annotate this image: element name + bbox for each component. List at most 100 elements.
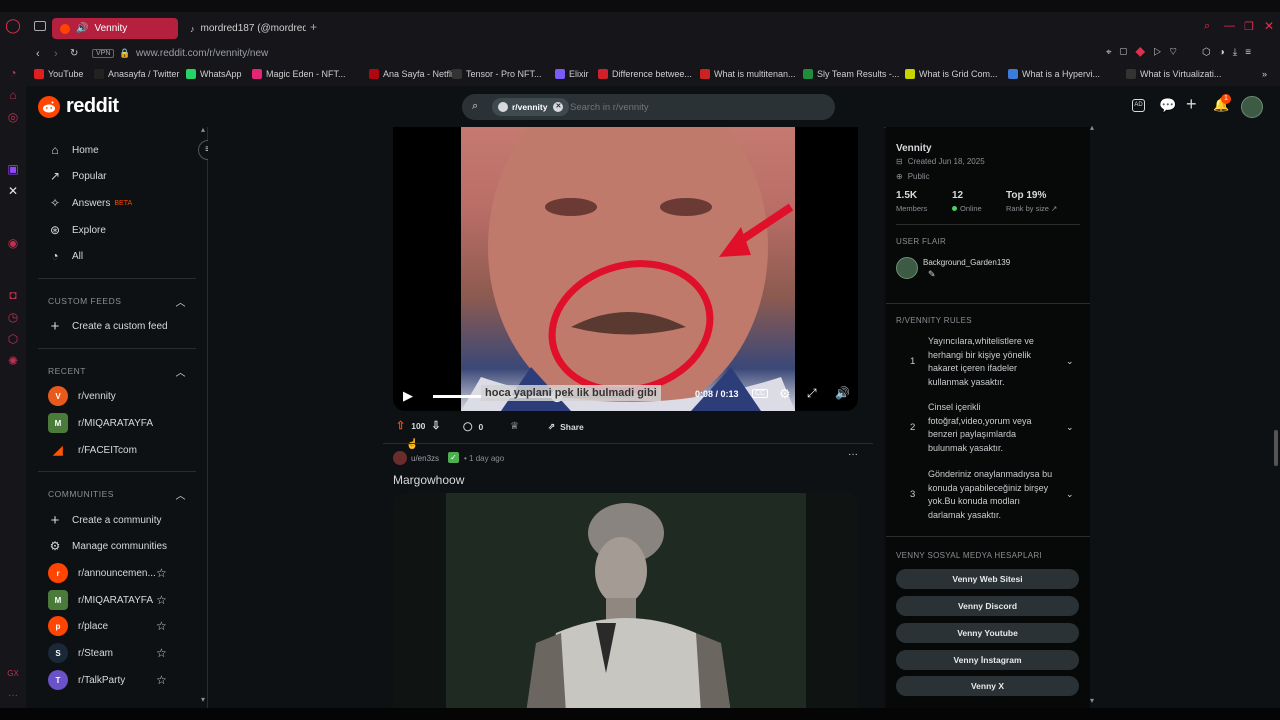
minimize-icon[interactable]: — — [1224, 20, 1235, 32]
bookmark-item[interactable]: What is multitenan... — [700, 69, 796, 79]
social-link-button[interactable]: Venny Web Sitesi — [896, 569, 1079, 589]
create-custom-feed[interactable]: + Create a custom feed — [48, 315, 168, 337]
snapshot-icon[interactable]: ▢ — [1120, 47, 1136, 58]
recent-item[interactable]: ◢ r/FACEITcom — [48, 439, 137, 461]
extensions-icon[interactable]: ⬡ — [1202, 47, 1219, 58]
reddit-logo-icon[interactable] — [38, 96, 60, 118]
back-icon[interactable]: ‹ — [36, 48, 40, 60]
reload-icon[interactable]: ↻ — [70, 48, 78, 59]
download-icon[interactable]: ⤓ — [1233, 47, 1245, 58]
nav-home[interactable]: ⌂ Home — [48, 139, 98, 161]
bookmark-item[interactable]: Ana Sayfa - Netflix — [369, 69, 458, 79]
bookmark-item[interactable]: Difference betwee... — [598, 69, 692, 79]
url-field[interactable]: www.reddit.com/r/vennity/new — [136, 48, 268, 59]
bookmark-item[interactable]: What is a Hypervi... — [1008, 69, 1100, 79]
rank-label[interactable]: Rank by size ↗ — [1006, 204, 1057, 213]
bookmark-item[interactable]: Sly Team Results -... — [803, 69, 899, 79]
vpn-badge[interactable]: VPN — [92, 49, 115, 58]
bookmark-item[interactable]: Tensor - Pro NFT... — [452, 69, 542, 79]
tab-menu-icon[interactable] — [34, 21, 46, 31]
bookmark-item[interactable]: Magic Eden - NFT... — [252, 69, 346, 79]
fullscreen-icon[interactable]: ⤢ — [807, 386, 817, 401]
social-link-button[interactable]: Venny İnstagram — [896, 650, 1079, 670]
scroll-up-icon[interactable]: ▴ — [201, 127, 205, 134]
rule-item[interactable]: 3 Gönderiniz onaylanmadıysa bu konuda ya… — [896, 468, 1080, 522]
new-tab-icon[interactable]: + — [310, 20, 317, 34]
scroll-down-icon[interactable]: ▾ — [201, 695, 205, 704]
tab-vennity[interactable]: 🔊 Vennity — [52, 18, 178, 39]
heart-icon[interactable]: ♡ — [1169, 47, 1185, 58]
bookmark-item[interactable]: Anasayfa / Twitter — [94, 69, 179, 79]
social-link-button[interactable]: Venny Youtube — [896, 623, 1079, 643]
award-icon[interactable]: ♕ — [510, 421, 519, 432]
favorite-star-icon[interactable]: ☆ — [156, 619, 167, 633]
chevron-down-icon[interactable]: ⌄ — [1066, 355, 1074, 369]
post-title[interactable]: Margowhoow — [393, 473, 464, 487]
user-avatar[interactable] — [1241, 96, 1263, 118]
rule-item[interactable]: 1 Yayıncılara,whitelistlere ve herhangi … — [896, 335, 1080, 389]
nav-explore[interactable]: ⊛ Explore — [48, 219, 106, 241]
wallet-icon[interactable]: ⌂ — [4, 86, 22, 104]
sidebar-scroll-down-icon[interactable]: ▾ — [1090, 696, 1094, 705]
favorite-star-icon[interactable]: ☆ — [156, 646, 167, 660]
downvote-icon[interactable]: ⇩ — [431, 419, 440, 432]
social-link-button[interactable]: Venny X — [896, 676, 1079, 696]
chevron-up-icon[interactable]: ︿ — [176, 487, 187, 502]
aria-icon[interactable]: ◔ — [4, 64, 22, 82]
community-item[interactable]: Mr/MIQARATAYFA — [48, 589, 153, 611]
flair-username[interactable]: Background_Garden139 — [923, 258, 1010, 267]
reddit-wordmark[interactable]: reddit — [66, 95, 119, 118]
menu-icon[interactable]: ≡ — [1245, 47, 1259, 58]
share-button[interactable]: ⇗ Share — [548, 421, 584, 432]
settings-icon[interactable]: ✺ — [4, 352, 22, 370]
social-link-button[interactable]: Venny Discord — [896, 596, 1079, 616]
chevron-down-icon[interactable]: ⌄ — [1066, 488, 1074, 502]
play-icon[interactable]: ▷ — [1153, 47, 1169, 58]
search-input[interactable] — [570, 98, 810, 116]
post-author[interactable]: u/en3zs — [411, 454, 439, 463]
bag-icon[interactable]: ◘ — [4, 286, 22, 304]
comments-button[interactable]: ◯ 0 — [463, 421, 483, 432]
crypto-icon[interactable]: ◎ — [4, 108, 22, 126]
pinboard-icon[interactable]: ⬡ — [4, 330, 22, 348]
nav-all[interactable]: ◔ All — [48, 245, 83, 267]
profile-icon[interactable]: ◑ — [1219, 47, 1233, 58]
post-options-icon[interactable]: ··· — [848, 449, 858, 460]
create-community[interactable]: + Create a community — [48, 509, 162, 531]
x-icon[interactable]: ✕ — [4, 182, 22, 200]
search-scope-chip[interactable]: r/vennity ✕ — [492, 98, 570, 116]
upvote-icon[interactable]: ⇧ — [396, 419, 405, 432]
manage-communities[interactable]: ⚙ Manage communities — [48, 535, 167, 557]
search-bar[interactable]: ⌕ r/vennity ✕ — [462, 94, 835, 120]
community-item[interactable]: p r/place — [48, 615, 108, 637]
page-scrollbar[interactable] — [1274, 430, 1278, 466]
recent-item[interactable]: Vr/vennity — [48, 385, 116, 407]
advertise-icon[interactable]: AD — [1132, 99, 1145, 112]
bookmark-item[interactable]: YouTube — [34, 69, 83, 79]
tab-mordred[interactable]: ♪ mordred187 (@mordred18 — [182, 18, 306, 39]
favorite-star-icon[interactable]: ☆ — [156, 566, 167, 580]
recent-header[interactable]: RECENT ︿ — [48, 366, 186, 379]
community-item[interactable]: Tr/TalkParty — [48, 669, 125, 691]
opera-logo-icon[interactable]: ◯ — [4, 16, 22, 34]
favorite-star-icon[interactable]: ☆ — [156, 673, 167, 687]
forward-icon[interactable]: › — [54, 48, 58, 60]
favorite-star-icon[interactable]: ☆ — [156, 593, 167, 607]
community-item[interactable]: Sr/Steam — [48, 642, 113, 664]
bookmark-item[interactable]: What is Virtualizati... — [1126, 69, 1221, 79]
bookmark-item[interactable]: WhatsApp — [186, 69, 242, 79]
chevron-up-icon[interactable]: ︿ — [176, 294, 187, 309]
rule-item[interactable]: 2 Cinsel içerikli fotoğraf,video,yorum v… — [896, 401, 1080, 455]
twitch-icon[interactable]: ▣ — [4, 160, 22, 178]
settings-gear-icon[interactable]: ⚙ — [779, 386, 791, 402]
chevron-up-icon[interactable]: ︿ — [176, 364, 187, 379]
captions-icon[interactable]: CC — [752, 389, 769, 398]
custom-feeds-header[interactable]: CUSTOM FEEDS ︿ — [48, 296, 186, 309]
search-tabs-icon[interactable]: ⌕ — [1204, 20, 1210, 33]
recent-item[interactable]: Mr/MIQARATAYFA — [48, 412, 153, 434]
pin-icon[interactable]: ⌖ — [1106, 47, 1120, 58]
more-icon[interactable]: ··· — [4, 686, 22, 704]
community-item[interactable]: r r/announcemen... — [48, 562, 156, 584]
shield-icon[interactable]: ◆ — [1135, 47, 1153, 58]
video-player[interactable]: ▶ hoca yaplani pek lik bulmadi gibi 0:08… — [393, 127, 858, 411]
